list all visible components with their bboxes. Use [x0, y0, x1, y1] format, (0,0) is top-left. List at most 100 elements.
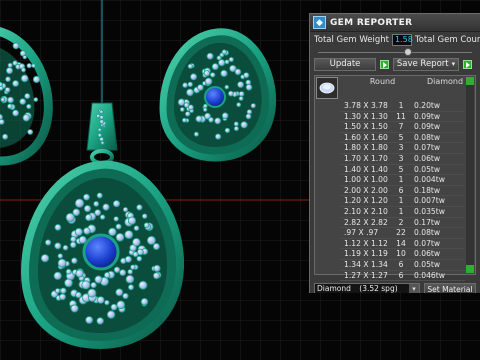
pave-diamond — [250, 103, 256, 109]
pave-diamond — [141, 213, 148, 219]
pave-diamond — [19, 50, 27, 57]
gem-reporter-panel: ◆ GEM REPORTER Total Gem Weight 1.58 Tot… — [309, 13, 480, 293]
material-value: Diamond — [317, 284, 351, 293]
pave-diamond — [113, 266, 121, 273]
material-select[interactable]: Diamond (3.52 spg) ▾ — [314, 283, 420, 293]
pave-diamond — [125, 274, 135, 284]
pave-diamond — [62, 244, 69, 251]
gem-reporter-logo-icon: ◆ — [313, 16, 326, 29]
update-play-icon[interactable] — [380, 59, 389, 69]
save-report-label: Save Report — [396, 59, 449, 69]
update-button[interactable]: Update — [314, 57, 376, 71]
scroll-down-icon[interactable] — [466, 265, 474, 273]
set-material-button[interactable]: Set Material — [424, 282, 476, 294]
pave-diamond — [220, 69, 228, 78]
table-row[interactable]: 1.20 X 1.20 1 0.007tw — [340, 196, 465, 207]
table-row[interactable]: 1.80 X 1.80 3 0.07tw — [340, 143, 465, 154]
cell-size: .97 X .97 — [344, 228, 379, 238]
table-row[interactable]: 1.19 X 1.19 10 0.06tw — [340, 249, 465, 260]
pave-diamond — [74, 198, 85, 208]
pave-diamond — [85, 213, 93, 222]
pave-diamond — [20, 74, 29, 83]
table-row[interactable]: 2.00 X 2.00 6 0.18tw — [340, 186, 465, 197]
pave-diamond — [108, 227, 117, 237]
cell-count: 14 — [396, 238, 406, 248]
table-row[interactable]: 1.60 X 1.60 5 0.08tw — [340, 133, 465, 144]
panel-titlebar[interactable]: ◆ GEM REPORTER — [310, 14, 480, 32]
cell-size: 1.34 X 1.34 — [344, 259, 388, 269]
cell-size: 1.20 X 1.20 — [344, 196, 388, 206]
pave-diamond — [70, 304, 79, 313]
right-sapphire — [204, 86, 226, 108]
table-row[interactable]: 1.27 X 1.27 6 0.046tw — [340, 271, 465, 282]
table-row[interactable]: 1.12 X 1.12 14 0.07tw — [340, 239, 465, 250]
button-row: Update Save Report ▾ — [310, 56, 480, 72]
pave-diamond — [146, 235, 156, 245]
pave-diamond — [240, 121, 248, 129]
pave-diamond — [99, 214, 106, 220]
table-scrollbar[interactable] — [466, 77, 474, 273]
panel-slider[interactable] — [310, 48, 480, 56]
cell-weight: 0.007tw — [414, 196, 445, 206]
cell-weight: 0.05tw — [414, 259, 441, 269]
table-row[interactable]: 1.34 X 1.34 6 0.05tw — [340, 260, 465, 271]
cell-weight: 0.09tw — [414, 111, 441, 121]
cell-size: 1.27 X 1.27 — [344, 270, 388, 280]
pave-diamond — [7, 62, 13, 68]
right-earring — [159, 28, 277, 162]
save-report-play-icon[interactable] — [463, 59, 472, 69]
table-row[interactable]: 1.50 X 1.50 7 0.09tw — [340, 122, 465, 133]
save-report-button[interactable]: Save Report ▾ — [393, 57, 459, 71]
table-row[interactable]: 3.78 X 3.78 1 0.20tw — [340, 101, 465, 112]
cell-size: 3.78 X 3.78 — [344, 101, 388, 110]
pave-diamond — [133, 225, 140, 232]
pave-diamond — [6, 67, 13, 75]
table-row[interactable]: 2.82 X 2.82 2 0.17tw — [340, 218, 465, 229]
pave-diamond — [70, 236, 77, 243]
pave-diamond — [19, 98, 27, 105]
weight-row: Total Gem Weight 1.58 Total Gem Count — [310, 32, 480, 48]
col-shape-header: Round — [369, 77, 396, 86]
cell-size: 1.30 X 1.30 — [344, 111, 388, 121]
scroll-up-icon[interactable] — [466, 77, 474, 85]
table-row[interactable]: .97 X .97 22 0.08tw — [340, 228, 465, 239]
table-row[interactable]: 1.30 X 1.30 11 0.09tw — [340, 112, 465, 123]
pave-diamond — [224, 84, 230, 90]
set-material-label: Set Material — [427, 284, 473, 294]
table-row[interactable]: 2.10 X 2.10 1 0.035tw — [340, 207, 465, 218]
pave-diamond — [246, 109, 253, 115]
pave-diamond — [65, 212, 75, 222]
pave-diamond — [99, 119, 105, 125]
cell-count: 1 — [398, 196, 404, 206]
pave-diamond — [203, 103, 208, 109]
pave-diamond — [87, 288, 97, 298]
total-count-label: Total Gem Count — [414, 35, 480, 45]
slider-knob[interactable] — [404, 48, 412, 56]
table-row[interactable]: 1.70 X 1.70 3 0.06tw — [340, 154, 465, 165]
pave-diamond — [27, 129, 34, 135]
cell-count: 1 — [398, 175, 404, 185]
pave-diamond — [132, 237, 141, 247]
cell-count: 10 — [396, 249, 406, 259]
table-row[interactable]: 1.00 X 1.00 1 0.004tw — [340, 175, 465, 186]
cell-size: 1.60 X 1.60 — [344, 132, 388, 142]
pave-diamond — [237, 81, 245, 88]
pave-diamond — [103, 272, 111, 279]
cell-weight: 0.06tw — [414, 249, 441, 259]
pave-diamond — [106, 310, 116, 319]
cell-weight: 0.08tw — [414, 228, 441, 238]
pave-diamond — [5, 76, 11, 82]
pave-diamond — [143, 222, 150, 229]
pave-diamond — [236, 102, 242, 108]
pave-diamond — [32, 75, 41, 84]
round-gem-icon — [316, 77, 338, 99]
pave-diamond — [153, 264, 161, 272]
cell-size: 2.10 X 2.10 — [344, 206, 388, 216]
total-weight-value: 1.58 — [391, 34, 413, 46]
table-row[interactable]: 1.40 X 1.40 5 0.05tw — [340, 165, 465, 176]
pave-diamond — [214, 117, 222, 125]
pave-diamond — [78, 235, 87, 244]
pave-diamond — [57, 258, 67, 268]
pave-diamond — [100, 140, 105, 145]
pendant — [20, 160, 185, 350]
